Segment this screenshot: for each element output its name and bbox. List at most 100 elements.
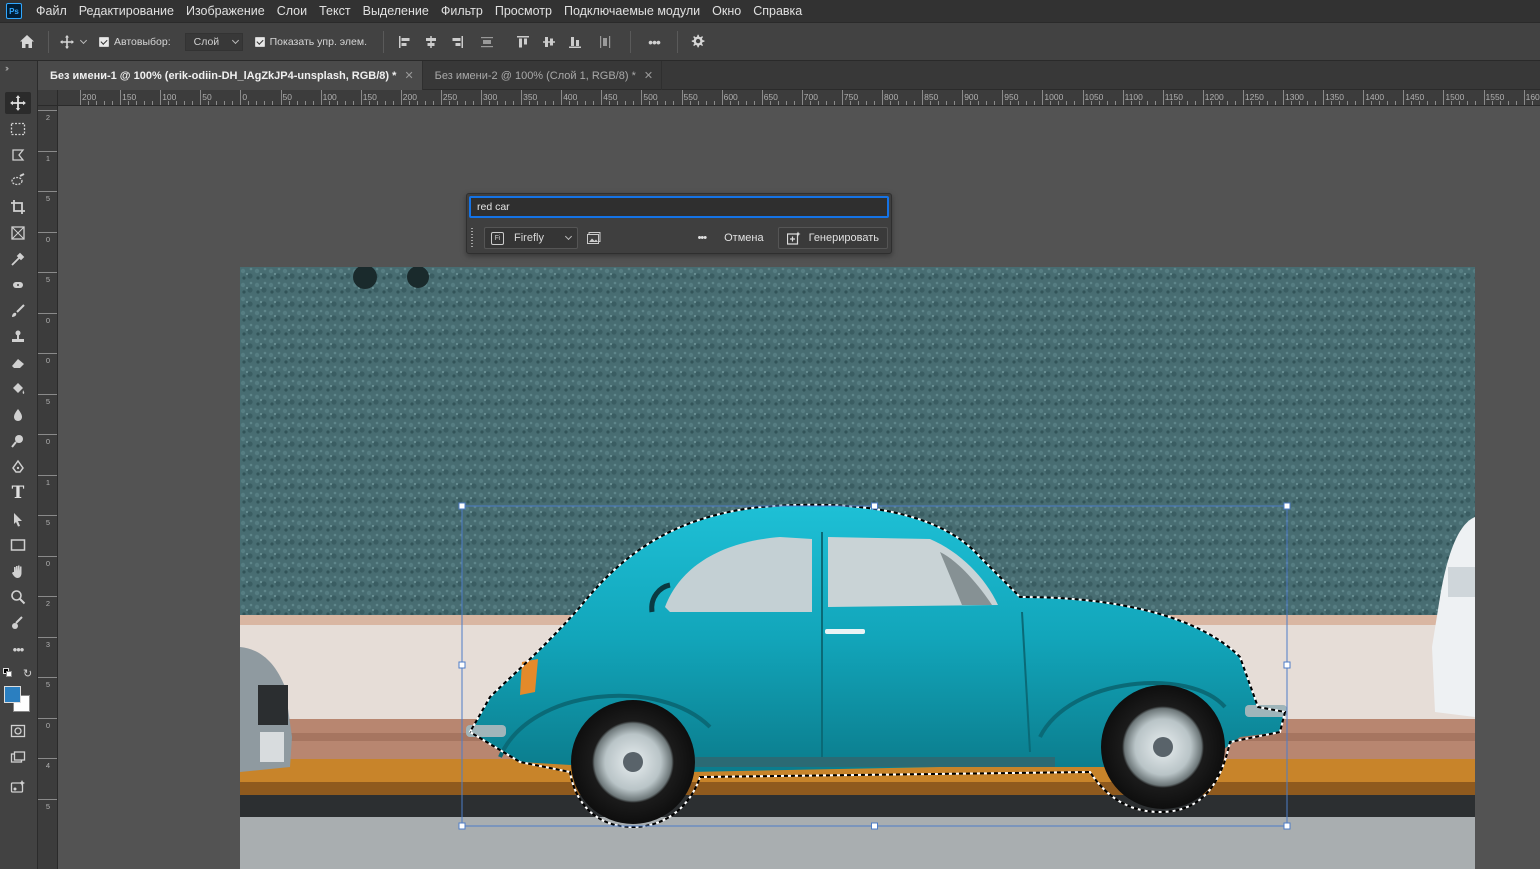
- rectangle-tool-icon[interactable]: [5, 534, 31, 556]
- ruler-tick: [1283, 90, 1284, 105]
- tab-document-2[interactable]: Без имени-2 @ 100% (Слой 1, RGB/8) * ✕: [423, 61, 663, 90]
- home-icon[interactable]: [14, 34, 40, 49]
- generative-icon[interactable]: [5, 776, 31, 798]
- dodge-tool-icon[interactable]: [5, 430, 31, 452]
- autoselect-checkbox[interactable]: [99, 36, 109, 47]
- ruler-minor-tick: [713, 101, 715, 105]
- align-right-icon[interactable]: [444, 35, 470, 49]
- align-left-icon[interactable]: [392, 35, 418, 49]
- crop-tool-icon[interactable]: [5, 196, 31, 218]
- ruler-minor-tick: [232, 101, 234, 105]
- align-bottom-icon[interactable]: [562, 35, 588, 49]
- document-image[interactable]: [240, 267, 1475, 869]
- ruler-minor-tick: [1475, 101, 1477, 105]
- quick-mask-icon[interactable]: [5, 720, 31, 742]
- distribute-vertical-icon[interactable]: [588, 35, 622, 49]
- ruler-minor-tick: [954, 101, 956, 105]
- show-transform-checkbox[interactable]: [254, 36, 265, 47]
- reference-image-icon[interactable]: [586, 230, 602, 246]
- marquee-tool-icon[interactable]: [5, 118, 31, 140]
- clone-stamp-tool-icon[interactable]: [5, 326, 31, 348]
- ruler-minor-tick: [1138, 101, 1140, 105]
- tab-document-1[interactable]: Без имени-1 @ 100% (erik-odiin-DH_lAgZkJ…: [38, 61, 423, 90]
- menu-view[interactable]: Просмотр: [489, 4, 558, 18]
- ruler-minor-tick: [1331, 101, 1333, 105]
- close-icon[interactable]: ✕: [644, 69, 653, 82]
- ruler-minor-tick: [104, 101, 106, 105]
- menu-select[interactable]: Выделение: [357, 4, 435, 18]
- edit-toolbar-icon[interactable]: [5, 612, 31, 634]
- zoom-tool-icon[interactable]: [5, 586, 31, 608]
- ruler-tick-label: 800: [884, 92, 899, 102]
- foreground-color-swatch[interactable]: [4, 686, 21, 703]
- more-tools-icon[interactable]: •••: [5, 638, 31, 660]
- ruler-minor-tick: [1531, 101, 1533, 105]
- path-selection-tool-icon[interactable]: [5, 508, 31, 530]
- menu-help[interactable]: Справка: [747, 4, 808, 18]
- close-icon[interactable]: ✕: [404, 69, 413, 82]
- autoselect-target-select[interactable]: Слой: [184, 32, 243, 51]
- brush-tool-icon[interactable]: [5, 300, 31, 322]
- drag-handle-icon[interactable]: [470, 227, 474, 249]
- eraser-tool-icon[interactable]: [5, 352, 31, 374]
- menu-window[interactable]: Окно: [706, 4, 747, 18]
- model-select[interactable]: Fi Firefly: [484, 227, 578, 249]
- collapse-panel-icon[interactable]: ››: [5, 63, 9, 73]
- ruler-tick-label: 1550: [1485, 92, 1505, 102]
- ruler-tick: [481, 90, 482, 105]
- ruler-minor-tick: [408, 101, 410, 105]
- vertical-ruler[interactable]: 2 1 5 0 5 0 0 5 0 1 5 0 2 3 5 0 4 5: [38, 106, 58, 869]
- move-tool-icon[interactable]: [57, 34, 77, 50]
- ruler-tick-label: 950: [1004, 92, 1019, 102]
- more-options-button[interactable]: •••: [698, 232, 708, 244]
- menu-image[interactable]: Изображение: [180, 4, 271, 18]
- align-hcenter-icon[interactable]: [418, 35, 444, 49]
- type-tool-icon[interactable]: T: [5, 482, 31, 504]
- ruler-tick-label: 1500: [1445, 92, 1465, 102]
- ruler-tick-label: 2: [45, 113, 51, 122]
- ruler-tick: [38, 596, 57, 597]
- move-tool-icon[interactable]: [5, 92, 31, 114]
- align-top-icon[interactable]: [510, 35, 536, 49]
- ruler-tick: [1323, 90, 1325, 105]
- prompt-input[interactable]: [469, 196, 889, 218]
- generate-button[interactable]: Генерировать: [777, 227, 888, 249]
- menu-edit[interactable]: Редактирование: [73, 4, 180, 18]
- menu-type[interactable]: Текст: [313, 4, 356, 18]
- cancel-button[interactable]: Отмена: [724, 232, 763, 244]
- menu-filter[interactable]: Фильтр: [435, 4, 489, 18]
- paint-bucket-tool-icon[interactable]: [5, 378, 31, 400]
- default-colors-icon[interactable]: [3, 668, 12, 677]
- ruler-minor-tick: [328, 101, 330, 105]
- ruler-tick: [1122, 90, 1124, 105]
- ruler-tick-label: 1050: [1084, 92, 1104, 102]
- menu-file[interactable]: Файл: [30, 4, 73, 18]
- ruler-tick: [1523, 90, 1525, 105]
- ruler-minor-tick: [705, 101, 707, 105]
- ruler-minor-tick: [1347, 101, 1349, 105]
- screen-mode-icon[interactable]: [5, 747, 31, 769]
- menu-plugins[interactable]: Подключаемые модули: [558, 4, 706, 18]
- align-vcenter-icon[interactable]: [536, 35, 562, 49]
- gear-icon[interactable]: [686, 34, 708, 49]
- eyedropper-tool-icon[interactable]: [5, 248, 31, 270]
- ruler-tick-label: 1150: [1164, 92, 1183, 102]
- pen-tool-icon[interactable]: [5, 456, 31, 478]
- ruler-tick: [38, 717, 57, 719]
- distribute-icon[interactable]: [470, 35, 504, 49]
- blur-tool-icon[interactable]: [5, 404, 31, 426]
- more-options-button[interactable]: •••: [639, 34, 669, 50]
- quick-select-tool-icon[interactable]: [5, 170, 31, 192]
- swap-colors-icon[interactable]: ↻: [23, 667, 32, 680]
- lasso-tool-icon[interactable]: [5, 144, 31, 166]
- chevron-down-icon[interactable]: [77, 36, 89, 44]
- menu-layer[interactable]: Слои: [271, 4, 313, 18]
- ruler-minor-tick: [1074, 101, 1076, 105]
- horizontal-ruler[interactable]: 200 150 100 50 0 50 100 150 200 250 300 350 400 450 50…: [58, 90, 1540, 106]
- ruler-minor-tick: [769, 101, 771, 105]
- ruler-tick: [38, 677, 57, 678]
- healing-brush-tool-icon[interactable]: [5, 274, 31, 296]
- frame-tool-icon[interactable]: [5, 222, 31, 244]
- hand-tool-icon[interactable]: [5, 560, 31, 582]
- ruler-tick: [120, 90, 122, 105]
